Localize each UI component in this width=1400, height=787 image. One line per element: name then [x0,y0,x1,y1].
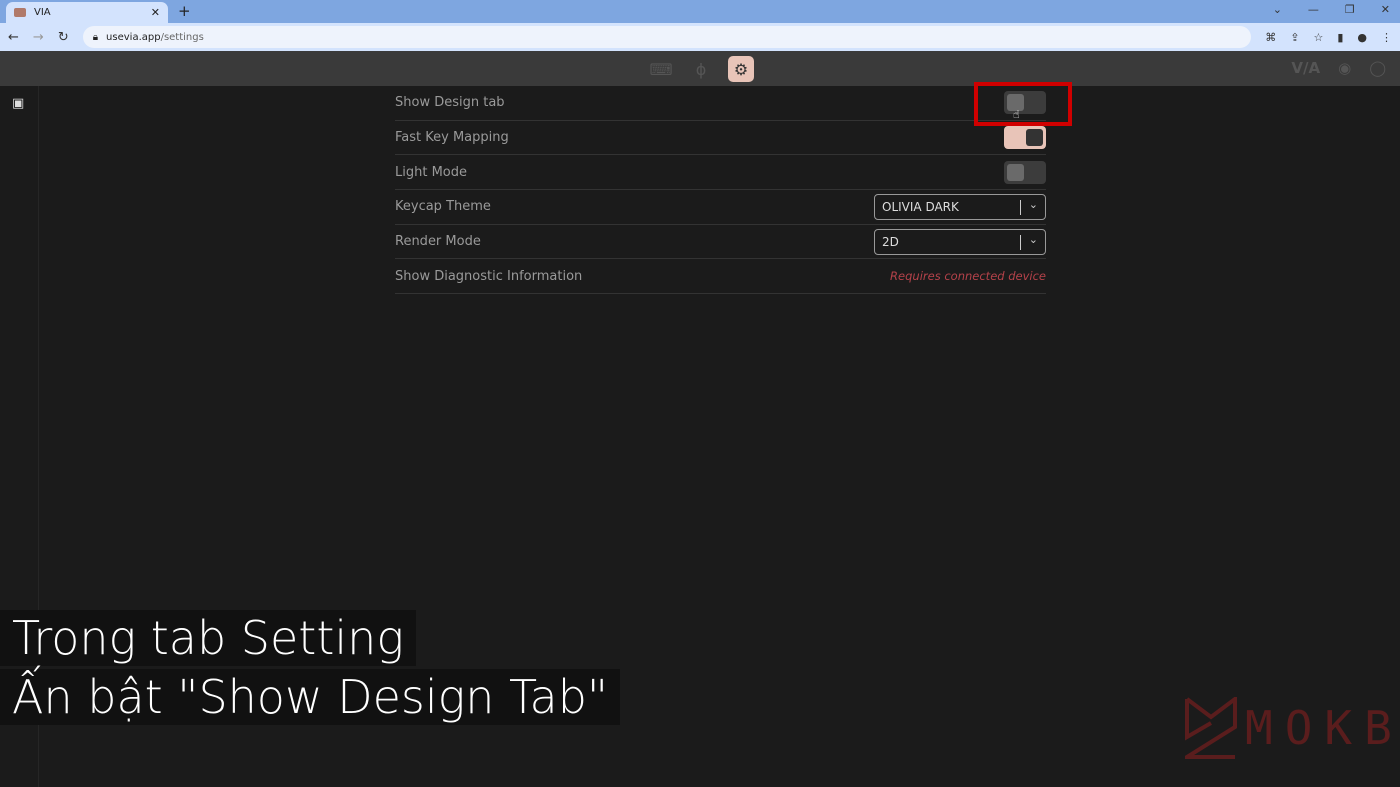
chevron-down-icon: ⌄ [1028,232,1038,246]
reload-icon[interactable]: ↻ [58,30,69,45]
mokb-logo-icon [1185,697,1237,759]
new-tab-button[interactable]: + [178,2,191,20]
via-top-nav: ⌨ ϕ ⚙ V/A ◉ ◯ [0,51,1400,86]
hand-cursor-icon: ☝ [1013,108,1020,121]
caption-line-1: Trong tab Setting [0,610,416,666]
url-input[interactable]: 🔒︎ usevia.app/settings [82,26,1252,48]
keyboard-icon[interactable]: ⌨ [648,56,674,82]
profile-avatar-icon[interactable]: ● [1357,31,1367,44]
select-value: 2D [882,234,899,249]
url-domain: usevia.app [106,31,161,43]
side-panel-icon[interactable]: ▮ [1337,31,1343,44]
share-icon[interactable]: ⇪ [1290,31,1299,44]
keycap-theme-select[interactable]: OLIVIA DARK ⌄ [874,193,1046,220]
watermark-text: MOKB [1245,701,1400,755]
github-icon[interactable]: ◯ [1369,59,1386,77]
setting-label: Render Mode [395,234,481,250]
render-mode-select[interactable]: 2D ⌄ [874,228,1046,255]
setting-label: Keycap Theme [395,199,491,215]
toolbox-icon[interactable]: ▣ [12,96,24,111]
address-bar-row: ← → ↻ 🔒︎ usevia.app/settings ⌘ ⇪ ☆ ▮ ● ⋮ [0,23,1400,51]
settings-list: Show Design tab Fast Key Mapping Light M… [395,86,1046,295]
forward-icon[interactable]: → [33,30,44,45]
translate-icon[interactable]: ⌘ [1265,31,1276,44]
back-icon[interactable]: ← [8,30,19,45]
setting-fast-key-mapping: Fast Key Mapping [395,121,1046,156]
setting-show-design-tab: Show Design tab [395,86,1046,121]
mokb-watermark: MOKB [1185,697,1400,759]
highlight-box [974,82,1072,126]
minimize-button[interactable]: — [1308,3,1319,16]
caption-line-2: Ấn bật "Show Design Tab" [0,669,621,725]
light-mode-toggle[interactable] [1004,160,1046,184]
browser-tab[interactable]: VIA ✕ [6,2,168,23]
lock-icon: 🔒︎ [92,31,99,43]
close-window-button[interactable]: ✕ [1381,3,1390,16]
select-value: OLIVIA DARK [882,199,959,214]
discord-icon[interactable]: ◉ [1338,59,1351,77]
gear-icon[interactable]: ⚙ [728,56,754,82]
setting-label: Light Mode [395,164,467,180]
browser-tab-bar: VIA ✕ + ⌄ — ❐ ✕ [0,0,1400,23]
stethoscope-icon[interactable]: ϕ [688,56,714,82]
tab-search-icon[interactable]: ⌄ [1273,3,1282,16]
setting-label: Fast Key Mapping [395,130,509,146]
restore-button[interactable]: ❐ [1345,3,1355,16]
chevron-down-icon: ⌄ [1028,197,1038,211]
setting-keycap-theme: Keycap Theme OLIVIA DARK ⌄ [395,190,1046,225]
setting-diagnostic-info: Show Diagnostic Information Requires conn… [395,259,1046,295]
setting-label: Show Diagnostic Information [395,268,583,284]
via-favicon-icon [14,8,26,17]
setting-label: Show Design tab [395,95,505,111]
close-tab-icon[interactable]: ✕ [151,6,160,19]
via-logo-link[interactable]: V/A [1291,59,1320,77]
tab-title: VIA [34,7,51,18]
url-path: /settings [160,31,204,43]
bookmark-star-icon[interactable]: ☆ [1313,31,1323,44]
setting-render-mode: Render Mode 2D ⌄ [395,225,1046,260]
requires-device-note: Requires connected device [890,269,1046,284]
setting-light-mode: Light Mode [395,155,1046,191]
fast-key-mapping-toggle[interactable] [1004,126,1046,150]
menu-icon[interactable]: ⋮ [1381,31,1392,44]
